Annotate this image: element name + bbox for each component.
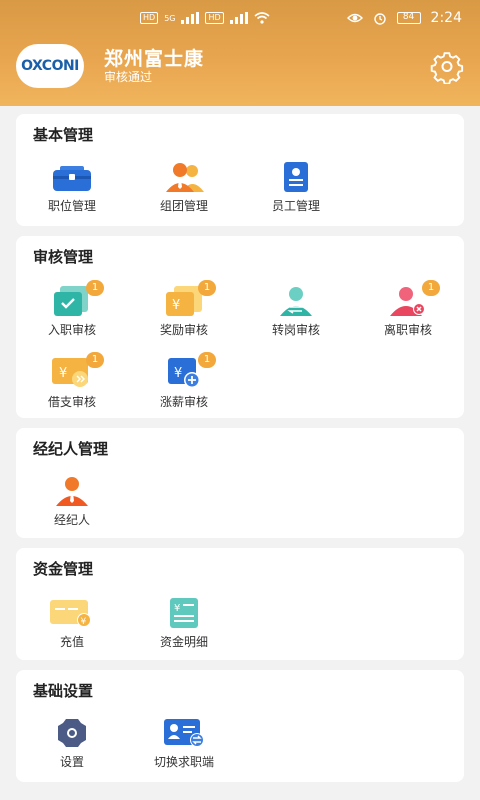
item-label: 设置: [59, 755, 84, 769]
item-label: 转岗审核: [271, 323, 320, 337]
item-resign-review[interactable]: 1 离职审核: [360, 280, 456, 338]
reward-icon: ¥ 1: [162, 280, 216, 316]
section-review: 审核管理 1 入职审核 ¥ 1 奖励审核 转岗审核 1 离职审核 ¥ 1 借支审…: [16, 236, 464, 418]
salary-raise-icon: ¥ 1: [162, 352, 216, 388]
item-label: 涨薪审核: [159, 395, 208, 409]
item-label: 切换求职端: [153, 755, 214, 769]
item-advance-review[interactable]: ¥ 1 借支审核: [24, 352, 120, 410]
item-label: 职位管理: [47, 199, 96, 213]
alarm-icon: [373, 13, 386, 25]
item-position-management[interactable]: 职位管理: [24, 162, 120, 214]
company-name: 郑州富士康: [104, 48, 205, 70]
section-title: 基本管理: [33, 126, 94, 144]
hd-tag: HD: [140, 12, 159, 24]
badge-count: 1: [422, 280, 440, 296]
status-right: 84 2:24: [346, 10, 462, 26]
fund-detail-icon: ¥: [162, 598, 206, 628]
svg-text:¥: ¥: [174, 366, 182, 381]
briefcase-icon: [50, 162, 94, 192]
signal-icon: [181, 12, 200, 24]
badge-count: 1: [198, 352, 216, 368]
hd-tag-2: HD: [205, 12, 224, 24]
agent-user-icon: [50, 476, 94, 506]
battery-icon: 84: [396, 12, 421, 24]
signal-icon-2: [229, 12, 248, 24]
app-header: HD 5G HD 84 2:24 OXCONI 郑州富士康 审核通过: [0, 0, 480, 106]
item-label: 员工管理: [271, 199, 320, 213]
item-salary-raise-review[interactable]: ¥ 1 涨薪审核: [136, 352, 232, 410]
item-switch-role[interactable]: 切换求职端: [136, 718, 232, 770]
onboard-check-icon: 1: [50, 280, 104, 316]
item-group-management[interactable]: 组团管理: [136, 162, 232, 214]
badge-count: 1: [86, 352, 104, 368]
item-label: 充值: [59, 635, 84, 649]
item-transfer-review[interactable]: 转岗审核: [248, 286, 344, 338]
item-label: 入职审核: [47, 323, 96, 337]
section-title: 基础设置: [33, 682, 94, 700]
section-basic: 基本管理 职位管理 组团管理 员工管理: [16, 114, 464, 226]
item-label: 组团管理: [159, 199, 208, 213]
network-indicators: HD 5G HD: [140, 12, 270, 24]
status-time: 2:24: [430, 10, 462, 26]
item-onboard-review[interactable]: 1 入职审核: [24, 280, 120, 338]
eye-icon: [346, 13, 363, 23]
svg-text:¥: ¥: [81, 617, 87, 627]
item-fund-detail[interactable]: ¥ 资金明细: [136, 598, 232, 650]
item-label: 借支审核: [47, 395, 96, 409]
gear-icon[interactable]: [430, 50, 464, 84]
svg-text:¥: ¥: [174, 603, 180, 614]
item-label: 经纪人: [53, 513, 90, 527]
item-employee-management[interactable]: 员工管理: [248, 162, 344, 214]
item-label: 离职审核: [383, 323, 432, 337]
resign-user-icon: 1: [386, 280, 440, 316]
item-agent[interactable]: 经纪人: [24, 476, 120, 528]
badge-count: 1: [86, 280, 104, 296]
section-title: 审核管理: [33, 248, 94, 266]
item-label: 资金明细: [159, 635, 208, 649]
section-agent: 经纪人管理 经纪人: [16, 428, 464, 538]
company-logo: OXCONI: [16, 44, 84, 88]
employee-card-icon: [274, 162, 318, 192]
network-type: 5G: [164, 13, 176, 23]
item-settings[interactable]: 设置: [24, 718, 120, 770]
svg-text:¥: ¥: [59, 366, 67, 381]
badge-count: 1: [198, 280, 216, 296]
settings-gear-icon: [50, 718, 94, 748]
group-icon: [162, 162, 206, 192]
audit-status: 审核通过: [104, 70, 153, 84]
transfer-user-icon: [274, 286, 318, 316]
item-recharge[interactable]: ¥ 充值: [24, 598, 120, 650]
advance-loan-icon: ¥ 1: [50, 352, 104, 388]
status-bar: HD 5G HD 84 2:24: [0, 0, 480, 38]
section-title: 经纪人管理: [33, 440, 109, 458]
item-reward-review[interactable]: ¥ 1 奖励审核: [136, 280, 232, 338]
section-funds: 资金管理 ¥ 充值 ¥ 资金明细: [16, 548, 464, 660]
item-label: 奖励审核: [159, 323, 208, 337]
switch-role-icon: [162, 718, 206, 748]
recharge-card-icon: ¥: [50, 598, 94, 628]
wifi-icon: [254, 12, 270, 24]
section-settings: 基础设置 设置 切换求职端: [16, 670, 464, 782]
section-title: 资金管理: [33, 560, 94, 578]
svg-text:¥: ¥: [172, 298, 180, 313]
